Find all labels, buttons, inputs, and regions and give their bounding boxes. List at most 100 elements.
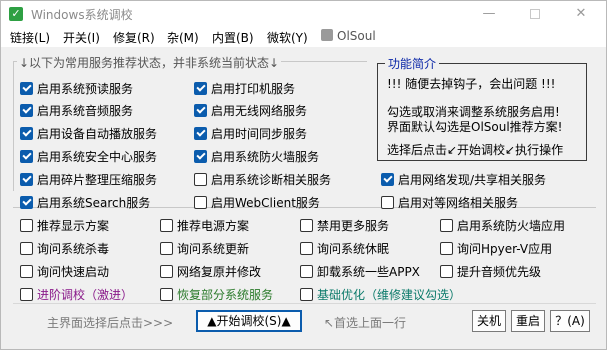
checkbox-ask-hyperv[interactable]: 询问Hpyer-V应用 <box>440 240 552 256</box>
checkbox-box <box>160 241 173 255</box>
footer-hint-left: 主界面选择后点击>>> <box>47 316 174 330</box>
checkbox-ask-antivirus[interactable]: 询问系统杀毒 <box>20 240 109 256</box>
checkbox-label: 启用网络发现/共享相关服务 <box>398 172 547 187</box>
olsoul-icon <box>321 29 333 41</box>
checkbox-disable-more-services[interactable]: 禁用更多服务 <box>300 217 389 233</box>
checkbox-label: 询问快速启动 <box>37 264 110 279</box>
info-panel-title: 功能简介 <box>385 55 440 72</box>
checkbox-p2p-service[interactable]: 启用对等网络相关服务 <box>381 194 518 210</box>
menu-misc[interactable]: 杂(M) <box>167 29 199 46</box>
checkbox-prefetch-service[interactable]: 启用系统预读服务 <box>20 80 133 96</box>
checkbox-ask-fast-startup[interactable]: 询问快速启动 <box>20 263 109 279</box>
checkbox-label: 网络复原并修改 <box>177 264 262 279</box>
checkbox-ask-hibernate[interactable]: 询问系统休眠 <box>300 240 389 256</box>
start-tuning-button[interactable]: ▲开始调校(S)▲ <box>196 310 302 332</box>
checkbox-label: 启用打印机服务 <box>211 81 296 96</box>
checkbox-label: 启用时间同步服务 <box>211 126 308 141</box>
checkbox-checked-icon <box>194 126 207 140</box>
minimize-button[interactable]: — <box>467 1 511 27</box>
checkbox-label: 提升音频优先级 <box>457 264 542 279</box>
checkbox-label: 询问系统更新 <box>177 241 250 256</box>
help-button[interactable]: ？(A) <box>550 310 590 332</box>
close-button[interactable]: ✕ <box>559 1 603 27</box>
checkbox-timesync-service[interactable]: 启用时间同步服务 <box>194 125 307 141</box>
menu-olsoul[interactable]: OlSoul <box>321 29 376 43</box>
checkbox-box <box>20 241 33 255</box>
checkbox-box <box>300 241 313 255</box>
checkbox-label: 启用碎片整理压缩服务 <box>37 172 158 187</box>
checkbox-box <box>300 218 313 232</box>
checkbox-label: 启用系统安全中心服务 <box>37 149 158 164</box>
checkbox-firewall-service[interactable]: 启用系统防火墙服务 <box>194 148 319 164</box>
checkbox-checked-icon <box>194 103 207 117</box>
checkbox-label: 启用系统诊断相关服务 <box>211 172 332 187</box>
footer-divider <box>13 303 596 304</box>
restart-button[interactable]: 重启 <box>511 310 545 332</box>
checkbox-box <box>160 264 173 278</box>
checkbox-audio-service[interactable]: 启用系统音频服务 <box>20 102 133 118</box>
checkbox-checked-icon <box>20 126 33 140</box>
checkbox-label: 恢复部分系统服务 <box>177 287 274 302</box>
checkbox-label: 启用系统Search服务 <box>37 195 151 210</box>
shutdown-button[interactable]: 关机 <box>472 310 506 332</box>
app-window: ✓ Windows系统调校 — ✕ 链接(L) 开关(I) 修复(R) 杂(M)… <box>0 0 607 350</box>
checkbox-advanced-tuning[interactable]: 进阶调校（激进） <box>20 286 133 302</box>
checkbox-wireless-service[interactable]: 启用无线网络服务 <box>194 102 307 118</box>
checkbox-uninstall-appx[interactable]: 卸载系统一些APPX <box>300 263 420 279</box>
checkbox-diagnostics-service[interactable]: 启用系统诊断相关服务 <box>194 171 331 187</box>
menu-microsoft[interactable]: 微软(Y) <box>267 29 308 46</box>
checkbox-label: 启用无线网络服务 <box>211 103 308 118</box>
checkbox-box <box>20 287 33 301</box>
checkbox-label: 启用系统音频服务 <box>37 103 134 118</box>
services-group-legend: ↓以下为常用服务推荐状态，并非系统当前状态↓ <box>17 54 282 71</box>
checkbox-search-service[interactable]: 启用系统Search服务 <box>20 194 150 210</box>
checkbox-box <box>440 264 453 278</box>
checkbox-label: 启用系统预读服务 <box>37 81 134 96</box>
checkbox-label: 基础优化（维修建议勾选） <box>317 287 462 302</box>
menu-olsoul-label: OlSoul <box>337 29 376 43</box>
checkbox-box <box>160 287 173 301</box>
checkbox-firewall-app[interactable]: 启用系统防火墙应用 <box>440 217 565 233</box>
checkbox-basic-optimize[interactable]: 基础优化（维修建议勾选） <box>300 286 461 302</box>
checkbox-label: 询问系统休眠 <box>317 241 390 256</box>
checkbox-label: 询问系统杀毒 <box>37 241 110 256</box>
maximize-button[interactable] <box>513 1 557 27</box>
checkbox-label: 启用WebClient服务 <box>211 195 320 210</box>
checkbox-box <box>160 218 173 232</box>
checkbox-box <box>194 172 207 186</box>
checkbox-checked-icon <box>20 149 33 163</box>
checkbox-network-reset[interactable]: 网络复原并修改 <box>160 263 261 279</box>
checkbox-box <box>440 218 453 232</box>
checkbox-label: 启用设备自动播放服务 <box>37 126 158 141</box>
checkbox-checked-icon <box>194 149 207 163</box>
checkbox-ask-update[interactable]: 询问系统更新 <box>160 240 249 256</box>
checkbox-label: 进阶调校（激进） <box>37 287 134 302</box>
checkbox-label: 启用系统防火墙服务 <box>211 149 320 164</box>
checkbox-checked-icon <box>20 195 33 209</box>
checkbox-printer-service[interactable]: 启用打印机服务 <box>194 80 295 96</box>
maximize-icon <box>530 8 540 19</box>
checkbox-display-scheme[interactable]: 推荐显示方案 <box>20 217 109 233</box>
checkbox-webclient-service[interactable]: 启用WebClient服务 <box>194 194 320 210</box>
checkbox-label: 卸载系统一些APPX <box>317 264 420 279</box>
menu-repair[interactable]: 修复(R) <box>113 29 155 46</box>
menu-link[interactable]: 链接(L) <box>10 29 50 46</box>
checkbox-power-scheme[interactable]: 推荐电源方案 <box>160 217 249 233</box>
checkbox-checked-icon <box>381 172 394 186</box>
checkbox-audio-priority[interactable]: 提升音频优先级 <box>440 263 541 279</box>
info-line: 选择后点击↙开始调校↙执行操作 <box>387 143 564 157</box>
checkbox-restore-services[interactable]: 恢复部分系统服务 <box>160 286 273 302</box>
checkbox-defrag-service[interactable]: 启用碎片整理压缩服务 <box>20 171 157 187</box>
checkbox-label: 启用对等网络相关服务 <box>398 195 519 210</box>
menu-bar: 链接(L) 开关(I) 修复(R) 杂(M) 内置(B) 微软(Y) OlSou… <box>1 27 606 47</box>
checkbox-security-center-service[interactable]: 启用系统安全中心服务 <box>20 148 157 164</box>
app-icon: ✓ <box>9 7 23 21</box>
checkbox-network-discovery-service[interactable]: 启用网络发现/共享相关服务 <box>381 171 546 187</box>
info-line: 界面默认勾选是OlSoul推荐方案! <box>387 120 563 134</box>
menu-builtin[interactable]: 内置(B) <box>212 29 254 46</box>
checkbox-autoplay-service[interactable]: 启用设备自动播放服务 <box>20 125 157 141</box>
checkbox-checked-icon <box>194 81 207 95</box>
menu-toggle[interactable]: 开关(I) <box>63 29 100 46</box>
checkbox-box <box>381 195 394 209</box>
checkbox-label: 询问Hpyer-V应用 <box>457 241 553 256</box>
